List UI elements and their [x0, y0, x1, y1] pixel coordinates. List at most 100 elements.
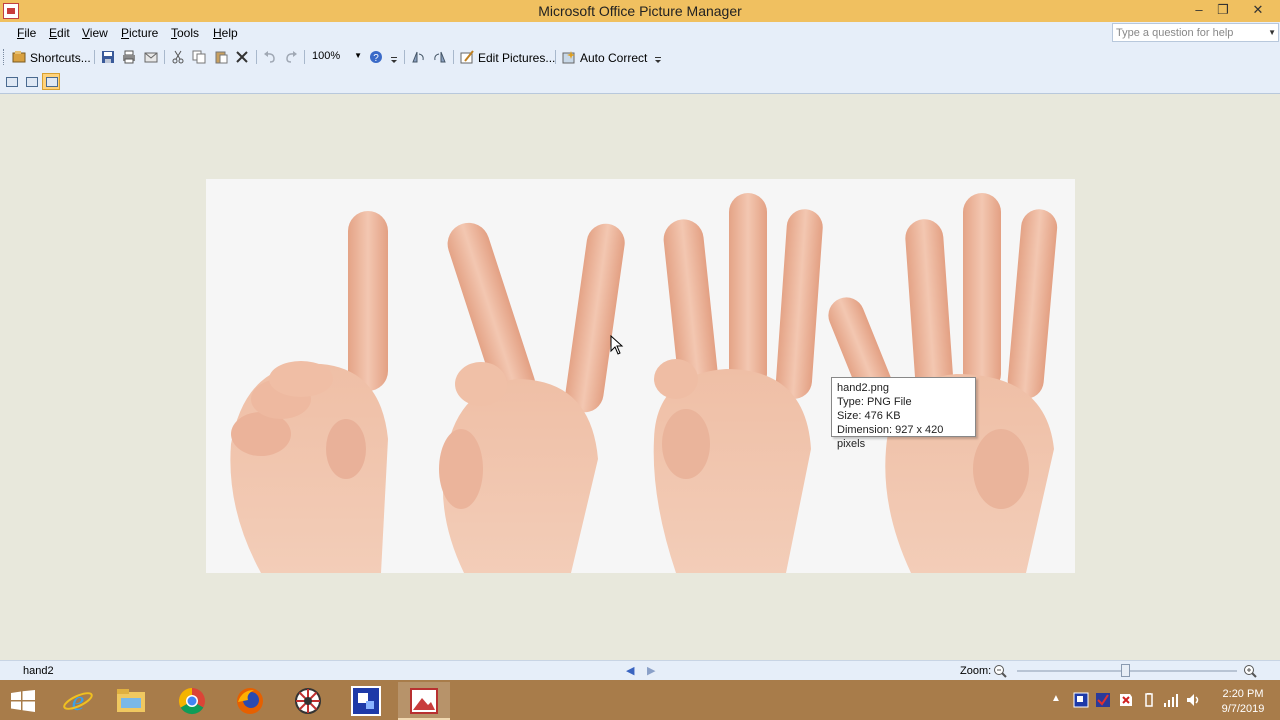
mouse-pointer-icon [610, 335, 624, 355]
auto-correct-icon[interactable] [562, 50, 576, 64]
menu-picture[interactable]: Picture [121, 26, 158, 40]
tooltip-type: Type: PNG File [837, 396, 912, 408]
print-icon[interactable] [122, 50, 136, 64]
show-hidden-icons-icon[interactable]: ▲ [1051, 693, 1067, 709]
toolbar-options-icon[interactable] [387, 50, 401, 64]
tooltip-dimension: Dimension: 927 x 420 pixels [837, 424, 944, 450]
settings-app-taskbar-button[interactable] [282, 682, 334, 720]
zoom-in-icon[interactable] [1243, 664, 1257, 678]
rotate-left-icon[interactable] [411, 50, 425, 64]
title-bar: Microsoft Office Picture Manager – ❐ ✕ [0, 0, 1280, 22]
volume-icon[interactable] [1185, 692, 1201, 708]
chrome-taskbar-button[interactable] [166, 682, 218, 720]
rotate-right-icon[interactable] [433, 50, 447, 64]
windows-taskbar: e ▲ 2:20 PM 9/7/2019 [0, 680, 1280, 720]
hand-two [439, 222, 625, 573]
delete-icon[interactable] [235, 50, 249, 64]
clock-date: 9/7/2019 [1221, 703, 1265, 715]
thumbnail-view-icon [6, 77, 18, 87]
counting-hands-image [230, 193, 1058, 573]
menu-tools[interactable]: Tools [171, 26, 199, 40]
paste-icon[interactable] [214, 50, 228, 64]
power-icon[interactable] [1141, 692, 1157, 708]
filmstrip-view-button[interactable] [22, 73, 40, 90]
chevron-down-icon[interactable]: ▼ [354, 51, 362, 60]
file-info-tooltip: hand2.png Type: PNG File Size: 476 KB Di… [831, 377, 976, 450]
zoom-value: 100% [312, 50, 341, 62]
thumbnail-view-button[interactable] [2, 73, 20, 90]
auto-correct-button[interactable]: Auto Correct [580, 51, 647, 65]
toolbar-separator [453, 50, 454, 64]
help-icon[interactable]: ? [369, 50, 383, 64]
close-button[interactable]: ✕ [1236, 0, 1280, 20]
view-toolbar [0, 70, 1280, 94]
minimize-button[interactable]: – [1186, 0, 1212, 20]
toolbar-separator [304, 50, 305, 64]
firefox-taskbar-button[interactable] [224, 682, 276, 720]
window-title: Microsoft Office Picture Manager [538, 3, 742, 19]
menu-view[interactable]: View [82, 26, 108, 40]
internet-explorer-icon: e [63, 686, 93, 717]
file-explorer-icon [117, 689, 145, 712]
save-icon[interactable] [101, 50, 115, 64]
help-search-placeholder: Type a question for help [1116, 27, 1234, 39]
undo-icon[interactable] [263, 50, 277, 64]
toolbar-separator [164, 50, 165, 64]
menu-help[interactable]: Help [213, 26, 238, 40]
picture-manager-icon [410, 688, 438, 714]
chevron-down-icon[interactable]: ▼ [1268, 28, 1276, 37]
firefox-icon [237, 688, 263, 714]
svg-text:e: e [72, 686, 84, 717]
action-center-warning-icon[interactable] [1118, 692, 1134, 708]
toolbar-separator [94, 50, 95, 64]
clock-time: 2:20 PM [1222, 688, 1264, 700]
network-icon[interactable] [1163, 692, 1179, 708]
restore-button[interactable]: ❐ [1210, 0, 1236, 20]
filmstrip-view-icon [26, 77, 38, 87]
start-icon[interactable] [10, 690, 36, 712]
tooltip-filename: hand2.png [837, 382, 889, 394]
redo-icon[interactable] [284, 50, 298, 64]
standard-toolbar: Shortcuts... 100% ▼ ? Edit Pictures... A… [0, 44, 1280, 70]
zoom-label: Zoom: [960, 665, 992, 677]
settings-app-icon [295, 688, 321, 714]
picture-view-area [0, 95, 1280, 660]
help-search-input[interactable]: Type a question for help ▼ [1112, 23, 1279, 42]
toolbar-separator [256, 50, 257, 64]
edit-pictures-button[interactable]: Edit Pictures... [478, 51, 555, 65]
menu-edit[interactable]: Edit [49, 26, 70, 40]
hand-three [653, 193, 823, 573]
edit-pictures-icon[interactable] [460, 50, 474, 64]
zoom-slider-thumb[interactable] [1121, 664, 1130, 677]
shortcuts-icon[interactable] [12, 50, 26, 64]
chrome-icon [178, 687, 205, 715]
internet-explorer-taskbar-button[interactable]: e [52, 682, 104, 720]
tooltip-size: Size: 476 KB [837, 410, 901, 422]
toolbar-grip[interactable] [3, 49, 6, 65]
email-icon[interactable] [144, 50, 158, 64]
toolbar-options-icon[interactable] [651, 50, 665, 64]
shortcuts-button[interactable]: Shortcuts... [30, 51, 91, 65]
cut-icon[interactable] [171, 50, 185, 64]
zoom-select[interactable]: 100% ▼ [308, 48, 364, 66]
hand-one [230, 211, 388, 573]
single-picture-view-icon [46, 77, 58, 87]
picture-manager-taskbar-button[interactable] [398, 682, 450, 720]
current-picture-name: hand2 [23, 665, 54, 677]
toolbar-separator [404, 50, 405, 64]
system-clock[interactable]: 2:20 PM 9/7/2019 [1212, 687, 1274, 717]
tray-app-icon[interactable] [1073, 692, 1089, 708]
blue-app-taskbar-button[interactable] [340, 682, 392, 720]
single-picture-view-button[interactable] [42, 73, 60, 90]
status-bar: hand2 ◀ ▶ Zoom: [0, 660, 1280, 680]
menu-bar: File Edit View Picture Tools Help [0, 22, 1280, 44]
security-tray-icon[interactable] [1095, 692, 1111, 708]
blue-app-icon [351, 686, 381, 716]
zoom-out-icon[interactable] [993, 664, 1007, 678]
previous-picture-button[interactable]: ◀ [626, 664, 634, 677]
picture-preview[interactable] [206, 179, 1075, 573]
file-explorer-taskbar-button[interactable] [105, 682, 157, 720]
next-picture-button[interactable]: ▶ [647, 664, 655, 677]
menu-file[interactable]: File [17, 26, 36, 40]
copy-icon[interactable] [192, 50, 206, 64]
